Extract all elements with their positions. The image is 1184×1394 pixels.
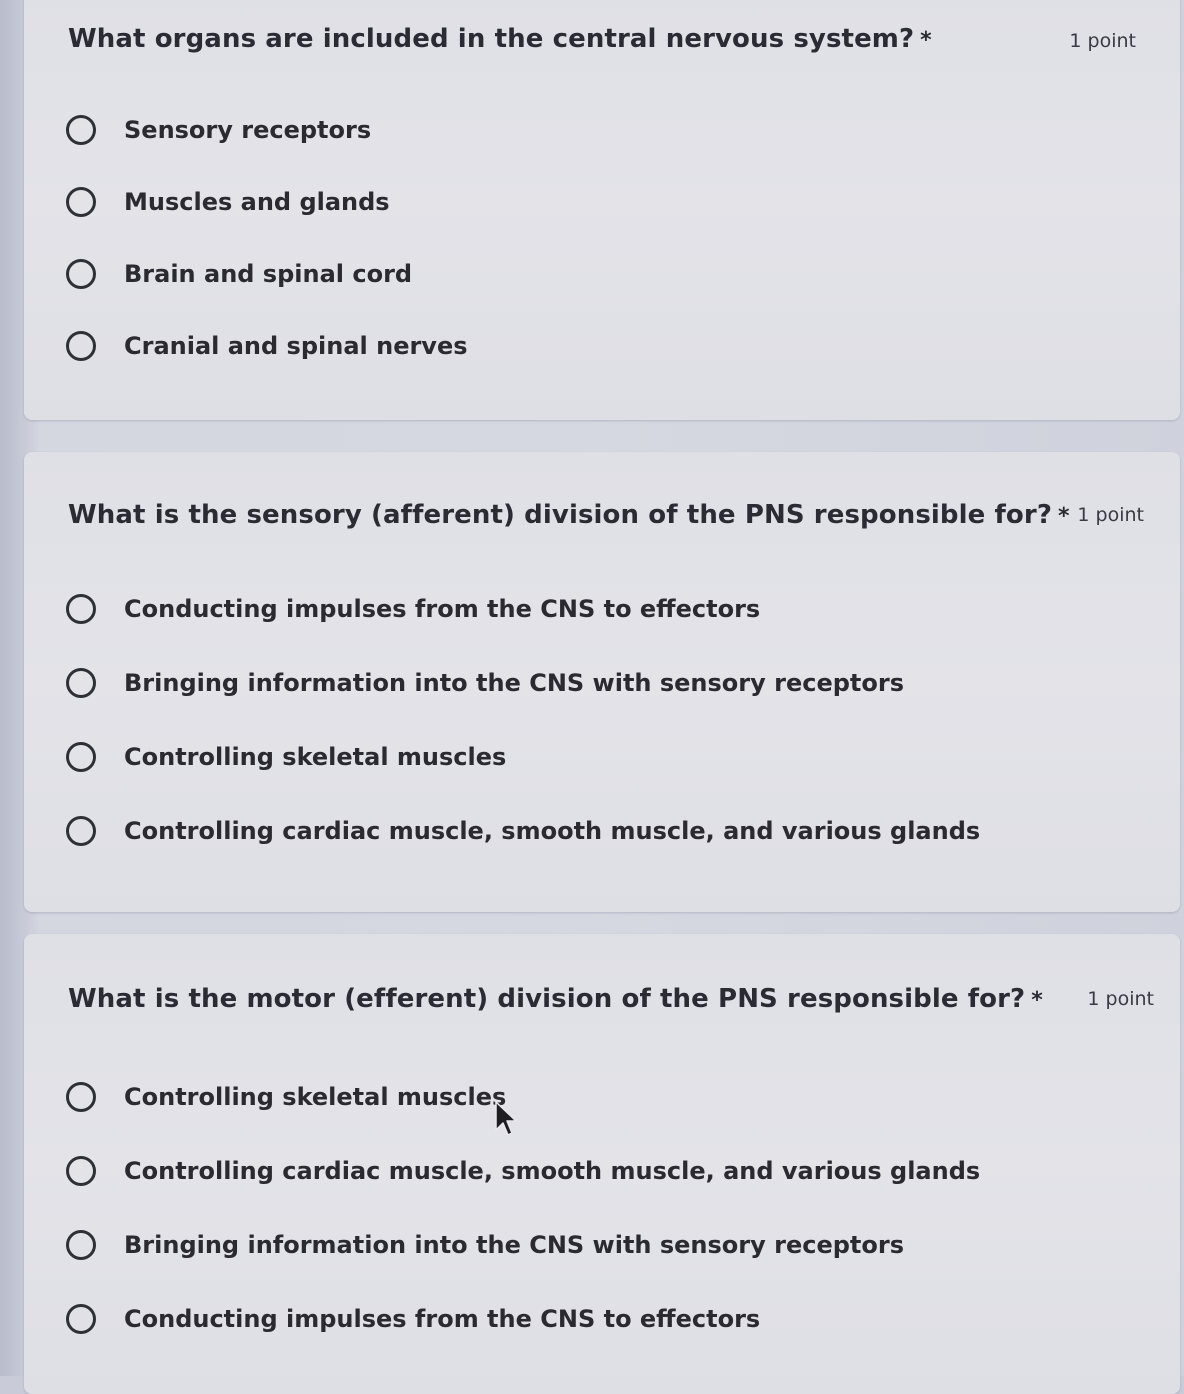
radio-unselected-icon[interactable] <box>66 1156 96 1186</box>
option-label: Controlling skeletal muscles <box>124 743 507 771</box>
question-text: What is the motor (efferent) division of… <box>68 984 1026 1014</box>
mouse-pointer-icon <box>495 1101 516 1136</box>
option-label: Conducting impulses from the CNS to effe… <box>124 1305 761 1333</box>
question-text: What organs are included in the central … <box>68 24 915 54</box>
option-label: Conducting impulses from the CNS to effe… <box>124 595 761 623</box>
option-label: Sensory receptors <box>124 116 372 144</box>
option-label: Cranial and spinal nerves <box>124 332 468 360</box>
option-label: Muscles and glands <box>124 188 390 216</box>
option-controlling-skeletal-muscles[interactable]: Controlling skeletal muscles <box>66 1082 506 1112</box>
option-bringing-information[interactable]: Bringing information into the CNS with s… <box>66 668 904 698</box>
option-controlling-cardiac-muscle[interactable]: Controlling cardiac muscle, smooth muscl… <box>66 1156 980 1186</box>
required-asterisk: * <box>1031 988 1043 1013</box>
option-controlling-skeletal-muscles[interactable]: Controlling skeletal muscles <box>66 742 506 772</box>
option-brain-and-spinal-cord[interactable]: Brain and spinal cord <box>66 259 412 289</box>
radio-unselected-icon[interactable] <box>66 816 96 846</box>
option-conducting-impulses[interactable]: Conducting impulses from the CNS to effe… <box>66 594 760 624</box>
points-label: 1 point <box>1069 30 1136 52</box>
option-bringing-information[interactable]: Bringing information into the CNS with s… <box>66 1230 904 1260</box>
question-title: What organs are included in the central … <box>68 24 932 54</box>
points-label: 1 point <box>1077 504 1144 526</box>
option-conducting-impulses[interactable]: Conducting impulses from the CNS to effe… <box>66 1304 760 1334</box>
radio-unselected-icon[interactable] <box>66 187 96 217</box>
question-title: What is the motor (efferent) division of… <box>68 984 1043 1014</box>
option-cranial-and-spinal-nerves[interactable]: Cranial and spinal nerves <box>66 331 468 361</box>
question-card-3: What is the motor (efferent) division of… <box>24 934 1180 1394</box>
radio-unselected-icon[interactable] <box>66 115 96 145</box>
option-controlling-cardiac-muscle[interactable]: Controlling cardiac muscle, smooth muscl… <box>66 816 980 846</box>
option-muscles-and-glands[interactable]: Muscles and glands <box>66 187 390 217</box>
question-text: What is the sensory (afferent) division … <box>68 500 1052 530</box>
question-title: What is the sensory (afferent) division … <box>68 500 1070 530</box>
option-sensory-receptors[interactable]: Sensory receptors <box>66 115 371 145</box>
radio-unselected-icon[interactable] <box>66 259 96 289</box>
option-label: Brain and spinal cord <box>124 260 413 288</box>
radio-unselected-icon[interactable] <box>66 1304 96 1334</box>
radio-unselected-icon[interactable] <box>66 594 96 624</box>
radio-unselected-icon[interactable] <box>66 742 96 772</box>
required-asterisk: * <box>920 28 932 53</box>
option-label: Controlling cardiac muscle, smooth muscl… <box>124 817 981 845</box>
required-asterisk: * <box>1058 504 1070 529</box>
option-label: Bringing information into the CNS with s… <box>124 1231 904 1259</box>
option-label: Bringing information into the CNS with s… <box>124 669 904 697</box>
option-label: Controlling skeletal muscles <box>124 1083 507 1111</box>
radio-unselected-icon[interactable] <box>66 1230 96 1260</box>
question-card-2: What is the sensory (afferent) division … <box>24 452 1180 912</box>
question-card-1: What organs are included in the central … <box>24 0 1180 420</box>
radio-unselected-icon[interactable] <box>66 331 96 361</box>
radio-unselected-icon[interactable] <box>66 668 96 698</box>
radio-unselected-icon[interactable] <box>66 1082 96 1112</box>
points-label: 1 point <box>1087 988 1154 1010</box>
option-label: Controlling cardiac muscle, smooth muscl… <box>124 1157 981 1185</box>
